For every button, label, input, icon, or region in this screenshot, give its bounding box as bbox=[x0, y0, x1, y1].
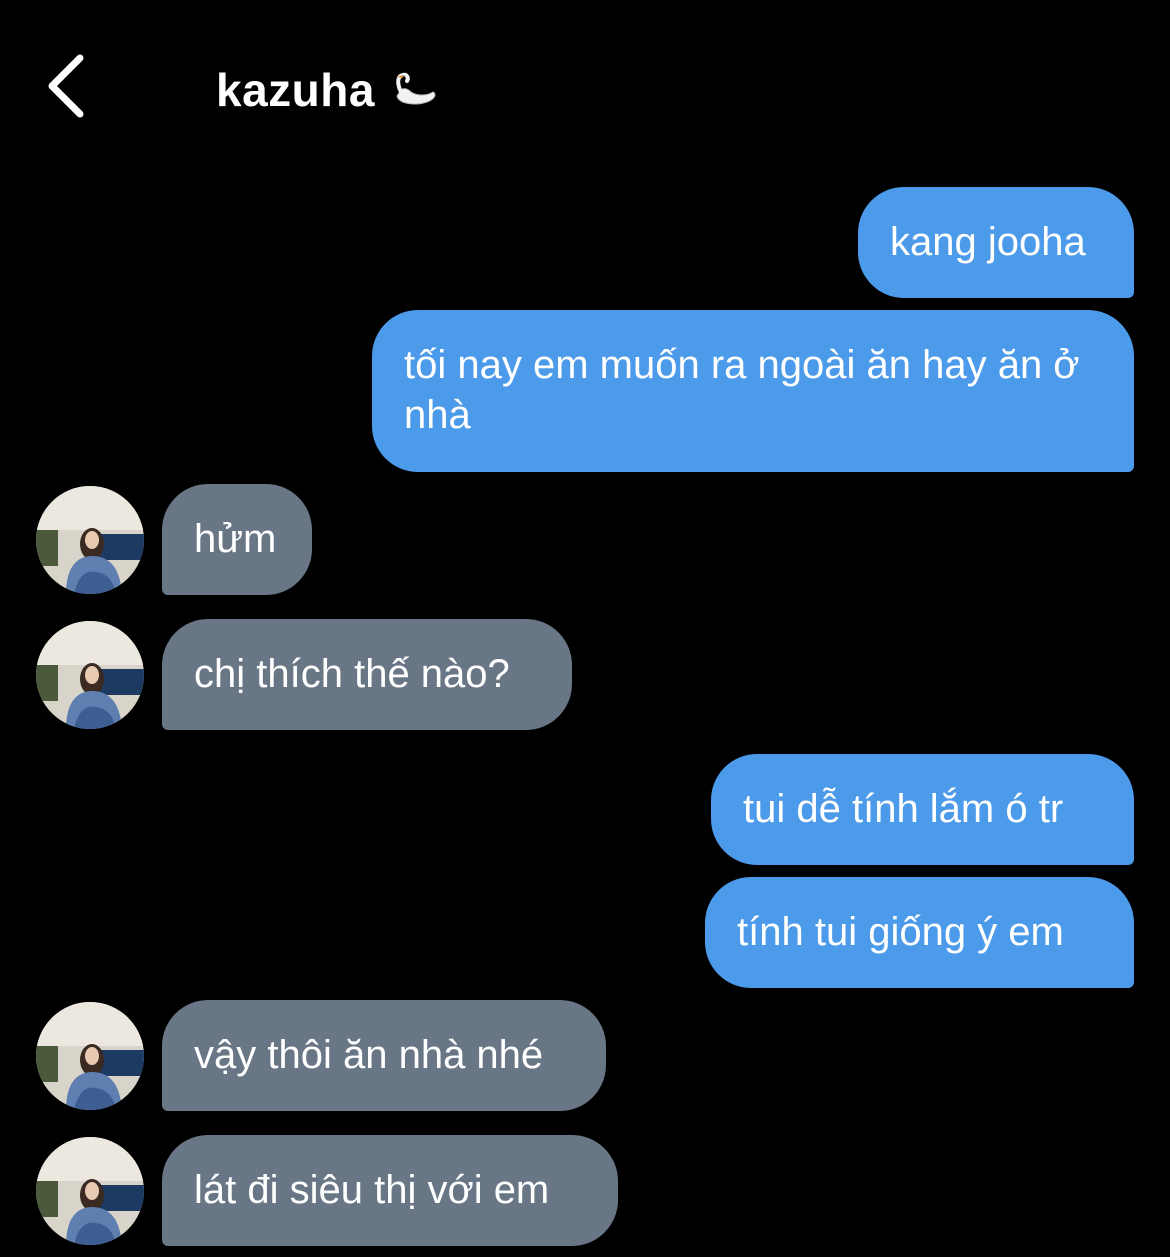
swan-icon bbox=[387, 70, 439, 110]
message-text: chị thích thế nào? bbox=[194, 652, 510, 696]
chevron-left-icon bbox=[48, 54, 84, 118]
message-bubble-sent[interactable]: tui dễ tính lắm ó tr bbox=[711, 754, 1134, 865]
message-text: kang jooha bbox=[890, 220, 1086, 264]
message-text: hửm bbox=[194, 517, 277, 561]
message-text: tối nay em muốn ra ngoài ăn hay ăn ở nhà bbox=[404, 343, 1080, 437]
message-bubble-received[interactable]: vậy thôi ăn nhà nhé bbox=[162, 1000, 606, 1111]
message-bubble-sent[interactable]: tính tui giống ý em bbox=[705, 877, 1134, 988]
message-bubble-received[interactable]: chị thích thế nào? bbox=[162, 619, 572, 730]
avatar-photo bbox=[36, 621, 144, 729]
message-text: lát đi siêu thị với em bbox=[194, 1168, 550, 1212]
message-bubble-received[interactable]: lát đi siêu thị với em bbox=[162, 1135, 618, 1246]
message-text: tui dễ tính lắm ó tr bbox=[743, 787, 1064, 831]
avatar-photo bbox=[36, 1002, 144, 1110]
avatar[interactable] bbox=[36, 621, 144, 729]
chat-title: kazuha bbox=[216, 64, 375, 116]
chat-header: kazuha bbox=[0, 0, 1170, 170]
message-text: tính tui giống ý em bbox=[737, 910, 1064, 954]
avatar-photo bbox=[36, 1137, 144, 1245]
message-bubble-sent[interactable]: kang jooha bbox=[858, 187, 1134, 298]
message-bubble-sent[interactable]: tối nay em muốn ra ngoài ăn hay ăn ở nhà bbox=[372, 310, 1134, 472]
avatar[interactable] bbox=[36, 1137, 144, 1245]
chat-title-wrap[interactable]: kazuha bbox=[216, 58, 439, 122]
avatar[interactable] bbox=[36, 486, 144, 594]
message-bubble-received[interactable]: hửm bbox=[162, 484, 312, 595]
avatar-photo bbox=[36, 486, 144, 594]
message-text: vậy thôi ăn nhà nhé bbox=[194, 1033, 544, 1077]
avatar[interactable] bbox=[36, 1002, 144, 1110]
back-button[interactable] bbox=[36, 48, 106, 124]
